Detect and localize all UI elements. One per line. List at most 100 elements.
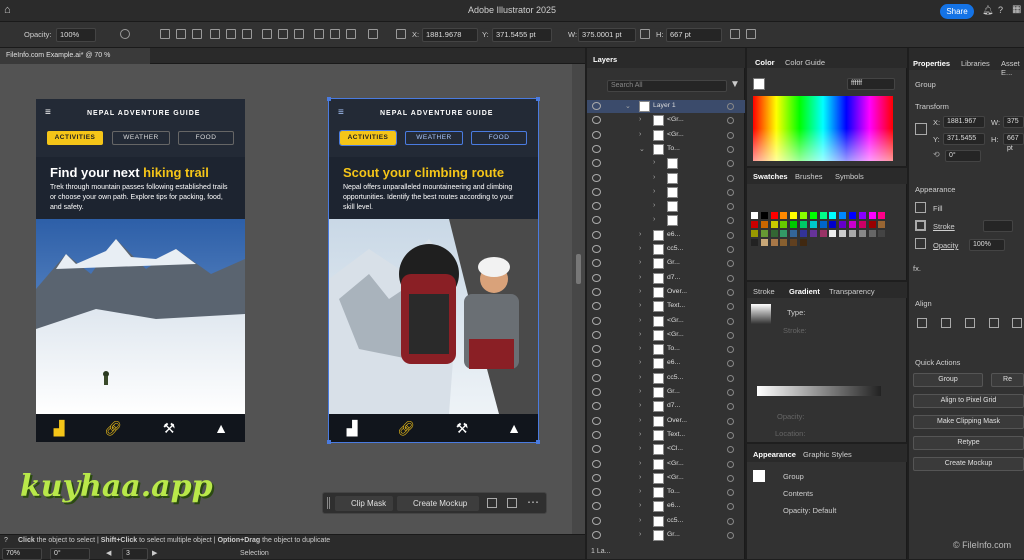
layer-row[interactable]: › <Gr... — [587, 329, 745, 342]
align-top-icon[interactable] — [989, 318, 999, 328]
stroke-label[interactable]: Stroke — [933, 222, 955, 231]
zoom-field[interactable]: 70% — [2, 548, 42, 560]
color-swatch[interactable] — [858, 230, 866, 237]
tab-layers[interactable]: Layers — [593, 55, 617, 64]
target-icon[interactable] — [727, 303, 734, 311]
distribute-center-icon[interactable] — [330, 29, 340, 39]
expand-arrow-icon[interactable]: › — [639, 116, 641, 123]
expand-arrow-icon[interactable]: › — [653, 159, 655, 166]
target-icon[interactable] — [727, 203, 734, 211]
tab-asset-export[interactable]: Asset E... — [1001, 59, 1024, 77]
layer-row[interactable]: › d7... — [587, 400, 745, 413]
expand-arrow-icon[interactable]: › — [639, 288, 641, 295]
target-icon[interactable] — [727, 360, 734, 368]
align-hcenter-icon[interactable] — [941, 318, 951, 328]
document-tab[interactable]: FileInfo.com Example.ai* @ 70 % (RGB/Pre… — [0, 48, 150, 75]
stroke-swatch[interactable] — [915, 220, 926, 231]
color-swatch[interactable] — [829, 230, 837, 237]
color-swatch[interactable] — [780, 212, 788, 219]
color-swatch[interactable] — [819, 221, 827, 228]
target-icon[interactable] — [727, 489, 734, 497]
color-swatch[interactable] — [839, 230, 847, 237]
expand-arrow-icon[interactable]: › — [639, 359, 641, 366]
transform-icon[interactable] — [730, 29, 740, 39]
expand-arrow-icon[interactable]: › — [639, 488, 641, 495]
layer-row[interactable]: › <Gr... — [587, 472, 745, 485]
layer-row[interactable]: › — [587, 200, 745, 213]
fill-swatch[interactable] — [915, 202, 926, 213]
target-icon[interactable] — [727, 431, 734, 439]
color-swatch[interactable] — [878, 212, 886, 219]
layer-row[interactable]: › e6... — [587, 357, 745, 370]
layer-row[interactable]: › <Gr... — [587, 129, 745, 142]
color-swatch[interactable] — [770, 230, 778, 237]
expand-arrow-icon[interactable]: › — [639, 259, 641, 266]
expand-arrow-icon[interactable]: › — [653, 202, 655, 209]
expand-arrow-icon[interactable]: › — [639, 317, 641, 324]
color-swatch[interactable] — [809, 230, 817, 237]
color-swatch[interactable] — [751, 230, 758, 237]
color-swatch[interactable] — [839, 221, 847, 228]
opacity-field[interactable]: 100% — [56, 28, 96, 42]
expand-arrow-icon[interactable]: › — [639, 474, 641, 481]
expand-arrow-icon[interactable]: › — [639, 417, 641, 424]
gradient-slider[interactable] — [757, 386, 881, 396]
panel-scrollbar[interactable] — [572, 64, 585, 534]
w-field[interactable]: 375.0001 pt — [578, 28, 636, 42]
tab-brushes[interactable]: Brushes — [795, 172, 823, 181]
color-swatch[interactable] — [868, 212, 876, 219]
expand-arrow-icon[interactable]: › — [639, 388, 641, 395]
reference-point-icon[interactable] — [915, 123, 927, 135]
layer-row[interactable]: › Over... — [587, 286, 745, 299]
target-icon[interactable] — [727, 460, 734, 468]
target-icon[interactable] — [727, 246, 734, 253]
visibility-icon[interactable] — [592, 144, 601, 153]
layer-row[interactable]: › — [587, 186, 745, 199]
link-icon[interactable] — [640, 29, 650, 39]
layer-row[interactable]: › To... — [587, 486, 745, 499]
visibility-icon[interactable] — [592, 359, 601, 368]
target-icon[interactable] — [727, 346, 734, 354]
create-mockup-button[interactable]: Create Mockup — [397, 496, 479, 511]
gradient-preview[interactable] — [751, 304, 771, 324]
tab-color[interactable]: Color — [755, 58, 775, 67]
expand-arrow-icon[interactable]: › — [639, 445, 641, 452]
make-clipping-mask-button[interactable]: Make Clipping Mask — [913, 415, 1024, 429]
color-swatch[interactable] — [780, 221, 788, 228]
visibility-icon[interactable] — [592, 445, 601, 454]
visibility-icon[interactable] — [592, 273, 601, 282]
color-swatch[interactable] — [790, 239, 798, 246]
y-field[interactable]: 371.5455 pt — [492, 28, 552, 42]
reference-point-icon[interactable] — [396, 29, 406, 39]
color-swatch[interactable] — [780, 239, 788, 246]
align-center-icon[interactable] — [176, 29, 186, 39]
fill-stroke-swatch[interactable] — [753, 78, 765, 90]
drag-handle-icon[interactable] — [327, 497, 330, 509]
layer-row[interactable]: › <Cl... — [587, 443, 745, 456]
expand-arrow-icon[interactable]: › — [639, 502, 641, 509]
color-swatch[interactable] — [849, 221, 856, 228]
fx-icon[interactable]: fx. — [913, 264, 921, 273]
align-right-icon[interactable] — [965, 318, 975, 328]
clip-mask-button[interactable]: Clip Mask — [335, 496, 393, 511]
artboard-number-field[interactable]: 3 — [122, 548, 148, 560]
target-icon[interactable] — [727, 103, 734, 110]
color-swatch[interactable] — [809, 212, 817, 219]
tab-color-guide[interactable]: Color Guide — [785, 58, 825, 67]
color-swatch[interactable] — [849, 212, 856, 219]
expand-arrow-icon[interactable]: › — [639, 374, 641, 381]
layer-row[interactable]: › <Gr... — [587, 458, 745, 471]
color-swatch[interactable] — [760, 239, 768, 246]
layer-row[interactable]: › cc5... — [587, 243, 745, 256]
target-icon[interactable] — [727, 274, 734, 282]
expand-arrow-icon[interactable]: › — [639, 331, 641, 338]
w-field[interactable]: 375 — [1003, 116, 1024, 128]
layer-row[interactable]: › e6... — [587, 229, 745, 242]
color-swatch[interactable] — [829, 212, 837, 219]
layer-row[interactable]: › — [587, 172, 745, 185]
filter-icon[interactable]: ▼ — [730, 79, 740, 90]
visibility-icon[interactable] — [592, 202, 601, 211]
color-swatch[interactable] — [878, 221, 886, 228]
expand-arrow-icon[interactable]: › — [639, 245, 641, 252]
color-swatch[interactable] — [780, 230, 788, 237]
